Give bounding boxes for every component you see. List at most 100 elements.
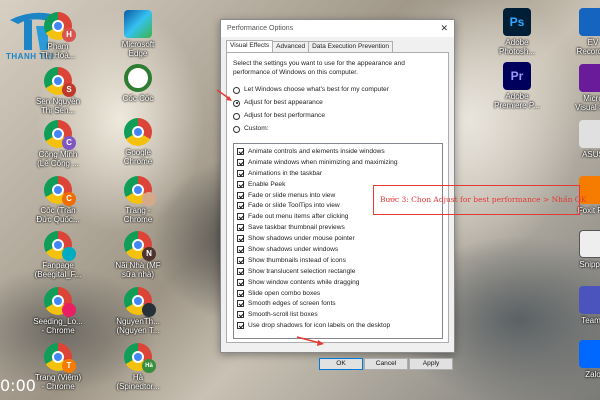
checkbox[interactable] xyxy=(237,289,244,297)
effect-option[interactable]: Smooth-scroll list boxes xyxy=(234,309,442,320)
chrome-icon xyxy=(44,287,76,317)
effect-option[interactable]: Animate controls and elements inside win… xyxy=(234,146,442,157)
chrome-icon xyxy=(124,176,156,206)
effect-option[interactable]: Show thumbnails instead of icons xyxy=(234,255,442,266)
effect-label: Show shadows under windows xyxy=(248,245,339,253)
visual-effects-list[interactable]: Animate controls and elements inside win… xyxy=(233,143,443,339)
desktop-shortcut-snipping[interactable]: Snipp... xyxy=(564,230,600,269)
radio-label: Custom: xyxy=(244,125,269,132)
checkbox[interactable] xyxy=(237,311,244,319)
effect-option[interactable]: Show translucent selection rectangle xyxy=(234,266,442,277)
desktop-shortcut-label: Nãi Nhà (MF sữa nhà) xyxy=(115,261,161,279)
radio-button[interactable] xyxy=(233,86,240,94)
desktop-shortcut-pham-thi-hoa[interactable]: H Phạm Thị Hoà... xyxy=(29,12,87,60)
radio-button[interactable] xyxy=(233,125,240,133)
snipping-tool-icon xyxy=(579,230,600,258)
checkbox[interactable] xyxy=(237,202,244,210)
checkbox[interactable] xyxy=(237,322,244,330)
dialog-title: Performance Options xyxy=(227,25,294,32)
visual-studio-icon xyxy=(579,64,600,92)
desktop-shortcut-cong-minh[interactable]: C Công Minh (Lê Công ... xyxy=(29,120,87,168)
asus-icon xyxy=(579,120,600,148)
radio-label: Adjust for best appearance xyxy=(244,99,323,106)
desktop-shortcut-label: Teams xyxy=(581,316,600,325)
checkbox[interactable] xyxy=(237,213,244,221)
checkbox[interactable] xyxy=(237,245,244,253)
desktop-shortcut-ha[interactable]: Hà Hà (Spinedtor... xyxy=(109,343,167,391)
checkbox[interactable] xyxy=(237,278,244,286)
chrome-icon: Hà xyxy=(124,343,156,373)
tab-advanced[interactable]: Advanced xyxy=(272,41,310,52)
apply-button[interactable]: Apply xyxy=(409,358,453,370)
radio-best-performance[interactable]: Adjust for best performance xyxy=(233,112,325,120)
radio-button[interactable] xyxy=(233,112,240,120)
desktop-shortcut-ev-recorder[interactable]: EV Recorder xyxy=(564,8,600,56)
close-icon[interactable]: ✕ xyxy=(440,20,448,37)
effect-option[interactable]: Slide open combo boxes xyxy=(234,288,442,299)
effect-option[interactable]: Animations in the taskbar xyxy=(234,168,442,179)
effect-label: Animations in the taskbar xyxy=(248,169,323,177)
effect-label: Slide open combo boxes xyxy=(248,289,321,297)
checkbox[interactable] xyxy=(237,300,244,308)
effect-option[interactable]: Show window contents while dragging xyxy=(234,277,442,288)
effect-option[interactable]: Show shadows under windows xyxy=(234,244,442,255)
effect-option[interactable]: Animate windows when minimizing and maxi… xyxy=(234,157,442,168)
desktop-shortcut-zalo[interactable]: Zalo xyxy=(564,340,600,379)
desktop-shortcut-sen-nguyen[interactable]: S Sen Nguyễn Thị Sen... xyxy=(29,67,87,115)
desktop-shortcut-trang-chrome[interactable]: Trang - Chrome xyxy=(109,176,167,224)
ok-button[interactable]: OK xyxy=(319,358,363,370)
desktop-shortcut-teams[interactable]: Teams xyxy=(564,286,600,325)
effect-option[interactable]: Smooth edges of screen fonts xyxy=(234,298,442,309)
desktop-shortcut-google-chrome[interactable]: Google Chrome xyxy=(109,118,167,166)
desktop-shortcut-edge[interactable]: Microsoft Edge xyxy=(109,10,167,58)
chrome-icon: H xyxy=(44,12,76,42)
checkbox[interactable] xyxy=(237,224,244,232)
checkbox[interactable] xyxy=(237,267,244,275)
desktop-shortcut-seeding[interactable]: Seeding_Lo... - Chrome xyxy=(29,287,87,335)
desktop-shortcut-label: Microsoft Edge xyxy=(121,40,155,58)
effect-label: Smooth edges of screen fonts xyxy=(248,300,336,308)
effect-option[interactable]: Use drop shadows for icon labels on the … xyxy=(234,320,442,331)
desktop-shortcut-visual-studio[interactable]: Micro Visual S... xyxy=(564,64,600,112)
desktop-shortcut-coc-tran[interactable]: C Côc (Trần Đức Quốc... xyxy=(29,176,87,224)
annotation-arrow-ok xyxy=(296,336,324,346)
desktop-shortcut-coccoc[interactable]: Cốc Cốc xyxy=(109,64,167,103)
desktop-shortcut-fanpage[interactable]: Fanpage (Beegital_F... xyxy=(29,231,87,279)
checkbox[interactable] xyxy=(237,158,244,166)
checkbox[interactable] xyxy=(237,235,244,243)
radio-custom[interactable]: Custom: xyxy=(233,125,269,133)
desktop-shortcut-noi-nha[interactable]: N Nãi Nhà (MF sữa nhà) xyxy=(109,231,167,279)
checkbox[interactable] xyxy=(237,180,244,188)
desktop-shortcut-trang-viem[interactable]: T Trang (Việm) - Chrome xyxy=(29,343,87,391)
teams-icon xyxy=(579,286,600,314)
tab-data-execution-prevention[interactable]: Data Execution Prevention xyxy=(308,41,394,52)
chrome-icon: T xyxy=(44,343,76,373)
radio-best-appearance[interactable]: Adjust for best appearance xyxy=(233,99,323,107)
cancel-button[interactable]: Cancel xyxy=(364,358,408,370)
effect-label: Fade or slide menus into view xyxy=(248,191,336,199)
effect-option[interactable]: Save taskbar thumbnail previews xyxy=(234,222,442,233)
checkbox[interactable] xyxy=(237,191,244,199)
intro-text: Select the settings you want to use for … xyxy=(233,60,405,76)
desktop-shortcut-label: Phạm Thị Hoà... xyxy=(40,42,76,60)
effect-label: Fade out menu items after clicking xyxy=(248,213,349,221)
annotation-arrow-radio xyxy=(216,89,232,101)
desktop-shortcut-asus[interactable]: ASUS xyxy=(564,120,600,159)
desktop-shortcut-photoshop[interactable]: Ps Adobe Photosh... xyxy=(488,8,546,56)
effect-option[interactable]: Show shadows under mouse pointer xyxy=(234,233,442,244)
premiere-icon: Pr xyxy=(503,62,531,90)
desktop-shortcut-label: Công Minh (Lê Công ... xyxy=(37,150,79,168)
radio-button[interactable] xyxy=(233,99,240,107)
desktop-shortcut-premiere[interactable]: Pr Adobe Premiere P... xyxy=(488,62,546,110)
checkbox[interactable] xyxy=(237,169,244,177)
desktop-shortcut-label: Micro Visual S... xyxy=(575,94,600,112)
checkbox[interactable] xyxy=(237,147,244,155)
instruction-text: Bước 3: Chọn Adjust for best performance… xyxy=(380,195,587,204)
desktop-shortcut-label: Trang - Chrome xyxy=(123,206,153,224)
desktop-shortcut-nguyenth[interactable]: NguyenTh... (Nguyen T... xyxy=(109,287,167,335)
radio-let-windows-choose[interactable]: Let Windows choose what's best for my co… xyxy=(233,86,389,94)
desktop-shortcut-label: Trang (Việm) - Chrome xyxy=(34,373,82,391)
effect-label: Fade or slide ToolTips into view xyxy=(248,202,340,210)
checkbox[interactable] xyxy=(237,256,244,264)
dialog-titlebar[interactable]: Performance Options ✕ xyxy=(221,20,454,37)
